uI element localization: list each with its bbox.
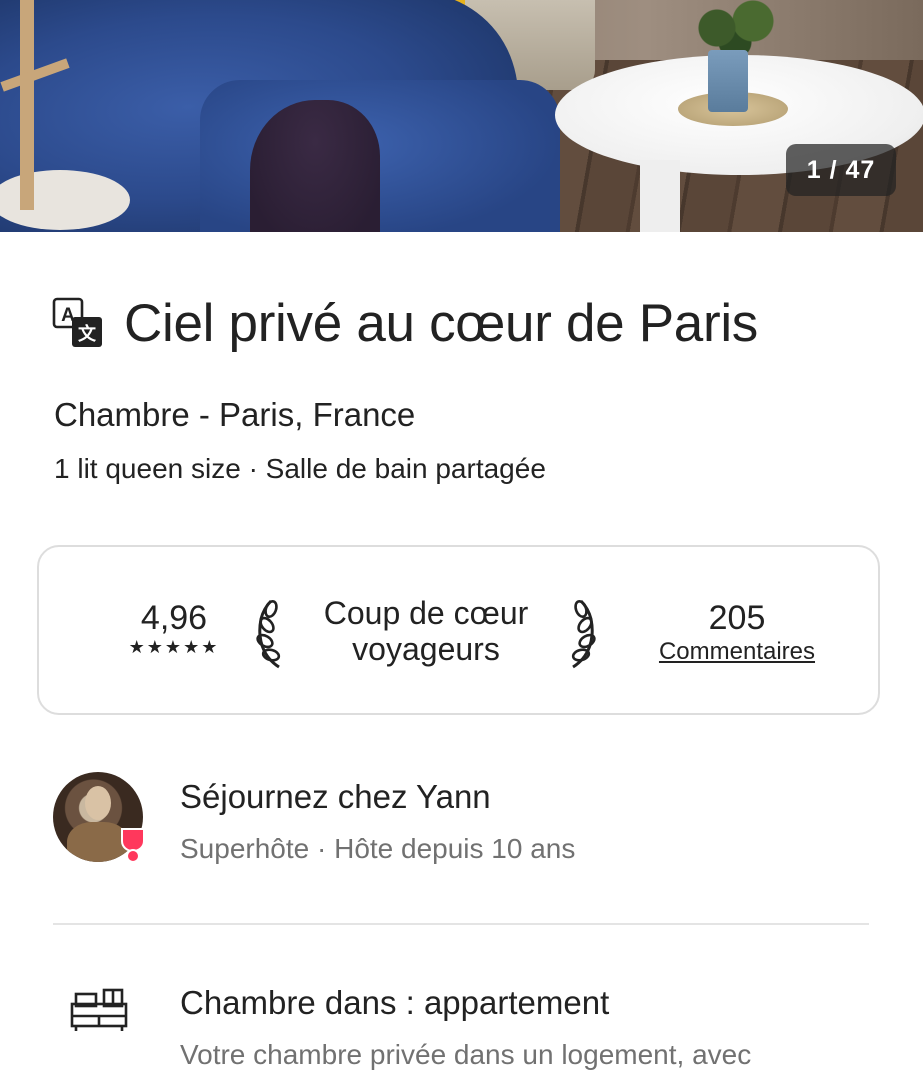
reviews-block: 205 Commentaires bbox=[639, 599, 835, 667]
room-type-title: Chambre dans : appartement bbox=[180, 984, 610, 1021]
svg-text:文: 文 bbox=[78, 323, 97, 345]
listing-photo[interactable]: 1 / 47 bbox=[0, 0, 923, 232]
reviews-count: 205 bbox=[708, 599, 766, 637]
photo-vase bbox=[708, 50, 748, 112]
listing-title: Ciel privé au cœur de Paris bbox=[124, 293, 759, 353]
photo-counter: 1 / 47 bbox=[786, 144, 896, 196]
photo-table-leg bbox=[640, 160, 680, 232]
listing-subtitle: Chambre - Paris, France bbox=[54, 396, 416, 433]
host-title: Séjournez chez Yann bbox=[180, 778, 491, 815]
rating-score-block: 4,96 ★★★★★ bbox=[99, 599, 249, 659]
laurel-left-icon bbox=[256, 599, 281, 669]
rating-card[interactable]: 4,96 ★★★★★ Coup de cœur voyageurs 205 Co… bbox=[37, 545, 880, 715]
room-type-description: Votre chambre privée dans un logement, a… bbox=[180, 1039, 752, 1070]
room-type-icon bbox=[70, 988, 128, 1031]
laurel-right-icon bbox=[571, 599, 596, 669]
rating-stars: ★★★★★ bbox=[128, 637, 220, 658]
photo-blanket bbox=[250, 100, 380, 232]
listing-page: 1 / 47 A 文 Ciel privé au cœur de Paris C… bbox=[0, 0, 923, 1080]
badge-line-2: voyageurs bbox=[352, 631, 500, 667]
photo-hanger bbox=[20, 0, 34, 210]
host-subtitle: Superhôte · Hôte depuis 10 ans bbox=[180, 833, 576, 864]
translate-icon[interactable]: A 文 bbox=[52, 297, 104, 349]
title-row: A 文 Ciel privé au cœur de Paris bbox=[52, 288, 912, 358]
guest-favorite-badge: Coup de cœur voyageurs bbox=[291, 595, 561, 667]
reviews-link[interactable]: Commentaires bbox=[639, 637, 835, 667]
superhost-badge-icon bbox=[121, 828, 145, 863]
section-divider bbox=[53, 923, 869, 925]
listing-details: 1 lit queen size · Salle de bain partagé… bbox=[54, 453, 546, 484]
badge-line-1: Coup de cœur bbox=[323, 595, 529, 631]
rating-score: 4,96 bbox=[140, 599, 208, 637]
avatar-face bbox=[85, 786, 111, 820]
